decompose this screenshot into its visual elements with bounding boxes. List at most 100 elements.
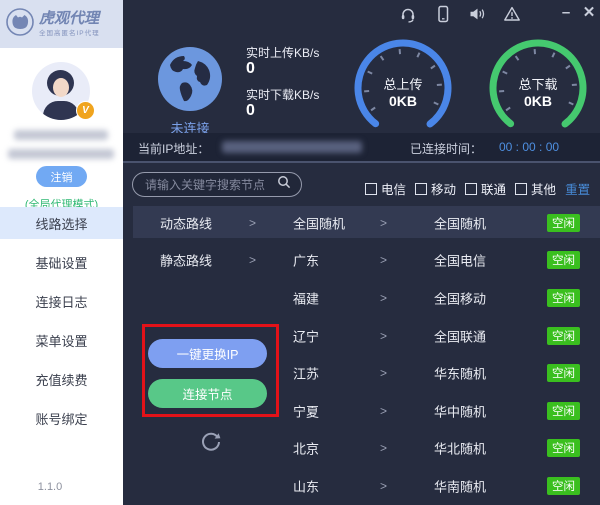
region-cell[interactable]: 山东	[293, 476, 373, 495]
carrier-label: 移动	[431, 179, 456, 198]
total-upload-value: 0KB	[351, 93, 455, 109]
node-row[interactable]: 动态路线 > 全国随机 > 全国随机 空闲	[123, 204, 600, 242]
node-row[interactable]: > 北京 > 华北随机 空闲	[123, 430, 600, 468]
change-ip-button[interactable]: 一键更换IP	[148, 339, 267, 368]
announcement-icon[interactable]	[468, 5, 486, 23]
sidebar-menu-item[interactable]: 连接日志	[0, 285, 123, 317]
sidebar-menu-item[interactable]: 菜单设置	[0, 324, 123, 356]
chevron-right-icon: >	[249, 253, 256, 267]
minimize-button[interactable]: –	[557, 4, 575, 22]
sidebar: 虎观代理 全国高匿名IP代理 V 注销 (全局代理模式) 线路选择 基础设置 连…	[0, 0, 123, 505]
blurred-ip-value	[222, 141, 362, 153]
region-cell[interactable]: 北京	[293, 439, 373, 458]
avatar-face	[53, 78, 69, 97]
node-cell[interactable]: 全国随机	[434, 213, 539, 232]
node-row[interactable]: > 福建 > 全国移动 空闲	[123, 279, 600, 317]
chevron-right-icon: >	[380, 404, 387, 418]
status-badge: 空闲	[547, 439, 580, 457]
connected-time-value: 00 : 00 : 00	[499, 140, 559, 154]
chevron-right-icon: >	[380, 291, 387, 305]
vip-badge-icon: V	[76, 101, 95, 120]
carrier-label: 电信	[381, 179, 406, 198]
region-cell[interactable]: 辽宁	[293, 326, 373, 345]
sidebar-menu-item[interactable]: 线路选择	[0, 207, 123, 239]
carrier-filter[interactable]: 联通	[465, 179, 506, 198]
globe-icon	[156, 45, 224, 118]
menu-item-label: 充值续费	[35, 370, 87, 389]
realtime-download-value: 0	[246, 102, 255, 120]
section-divider	[123, 161, 600, 163]
menu-item-label: 菜单设置	[35, 331, 87, 350]
carrier-filter[interactable]: 其他	[515, 179, 556, 198]
total-download-label: 总下载	[486, 74, 590, 93]
carrier-label: 联通	[481, 179, 506, 198]
region-cell[interactable]: 江苏	[293, 364, 373, 383]
app-version: 1.1.0	[0, 481, 100, 493]
carrier-filter[interactable]: 移动	[415, 179, 456, 198]
carrier-filters: 电信 移动 联通 其他 重置	[365, 179, 590, 198]
carrier-filter[interactable]: 电信	[365, 179, 406, 198]
node-cell[interactable]: 全国电信	[434, 251, 539, 270]
realtime-upload-label: 实时上传KB/s	[246, 44, 319, 61]
checkbox-icon[interactable]	[515, 183, 527, 195]
route-cell[interactable]: 动态路线	[160, 213, 245, 232]
menu-item-label: 基础设置	[35, 253, 87, 272]
sidebar-menu-item[interactable]: 充值续费	[0, 363, 123, 395]
status-badge: 空闲	[547, 327, 580, 345]
chevron-right-icon: >	[380, 253, 387, 267]
node-search	[132, 172, 302, 197]
status-badge: 空闲	[547, 402, 580, 420]
status-badge: 空闲	[547, 214, 580, 232]
sidebar-menu-item[interactable]: 账号绑定	[0, 402, 123, 434]
blurred-username-line2	[8, 149, 114, 159]
minimize-glyph: –	[562, 4, 570, 22]
region-cell[interactable]: 全国随机	[293, 213, 373, 232]
sidebar-menu: 线路选择 基础设置 连接日志 菜单设置 充值续费 账号绑定	[0, 207, 123, 441]
node-cell[interactable]: 全国移动	[434, 288, 539, 307]
node-cell[interactable]: 华中随机	[434, 401, 539, 420]
node-row[interactable]: 静态路线 > 广东 > 全国电信 空闲	[123, 242, 600, 280]
logo-header: 虎观代理 全国高匿名IP代理	[0, 0, 123, 48]
carrier-label: 其他	[531, 179, 556, 198]
status-badge: 空闲	[547, 251, 580, 269]
search-input[interactable]	[143, 177, 271, 193]
close-button[interactable]: ✕	[580, 4, 598, 22]
app-title: 虎观代理	[39, 11, 100, 27]
status-badge: 空闲	[547, 364, 580, 382]
customer-service-icon[interactable]	[399, 5, 417, 23]
total-download-value: 0KB	[486, 93, 590, 109]
mobile-icon[interactable]	[434, 5, 452, 23]
node-cell[interactable]: 华东随机	[434, 364, 539, 383]
refresh-icon[interactable]	[199, 430, 223, 454]
checkbox-icon[interactable]	[365, 183, 377, 195]
node-cell[interactable]: 华北随机	[434, 439, 539, 458]
region-cell[interactable]: 广东	[293, 251, 373, 270]
connected-time-label: 已连接时间：	[410, 140, 482, 157]
region-cell[interactable]: 宁夏	[293, 401, 373, 420]
total-upload-gauge: 总上传 0KB	[351, 36, 455, 140]
close-glyph: ✕	[583, 4, 596, 22]
checkbox-icon[interactable]	[465, 183, 477, 195]
app-window: 虎观代理 全国高匿名IP代理 V 注销 (全局代理模式) 线路选择 基础设置 连…	[0, 0, 600, 505]
realtime-upload-value: 0	[246, 60, 255, 78]
sidebar-menu-item[interactable]: 基础设置	[0, 246, 123, 278]
node-cell[interactable]: 全国联通	[434, 326, 539, 345]
checkbox-icon[interactable]	[415, 183, 427, 195]
connect-node-button[interactable]: 连接节点	[148, 379, 267, 408]
route-cell[interactable]: 静态路线	[160, 251, 245, 270]
region-cell[interactable]: 福建	[293, 288, 373, 307]
blurred-username-line1	[14, 130, 108, 140]
total-download-gauge: 总下载 0KB	[486, 36, 590, 140]
chevron-right-icon: >	[380, 441, 387, 455]
reset-filters-link[interactable]: 重置	[565, 179, 590, 198]
chevron-right-icon: >	[380, 216, 387, 230]
avatar-torso	[43, 101, 79, 120]
tiger-logo-icon	[5, 7, 35, 42]
search-icon[interactable]	[277, 175, 291, 194]
status-badge: 空闲	[547, 289, 580, 307]
warning-icon[interactable]	[503, 5, 521, 23]
node-cell[interactable]: 华南随机	[434, 476, 539, 495]
menu-item-label: 线路选择	[35, 214, 87, 233]
node-row[interactable]: > 山东 > 华南随机 空闲	[123, 467, 600, 505]
logout-button[interactable]: 注销	[36, 166, 87, 187]
